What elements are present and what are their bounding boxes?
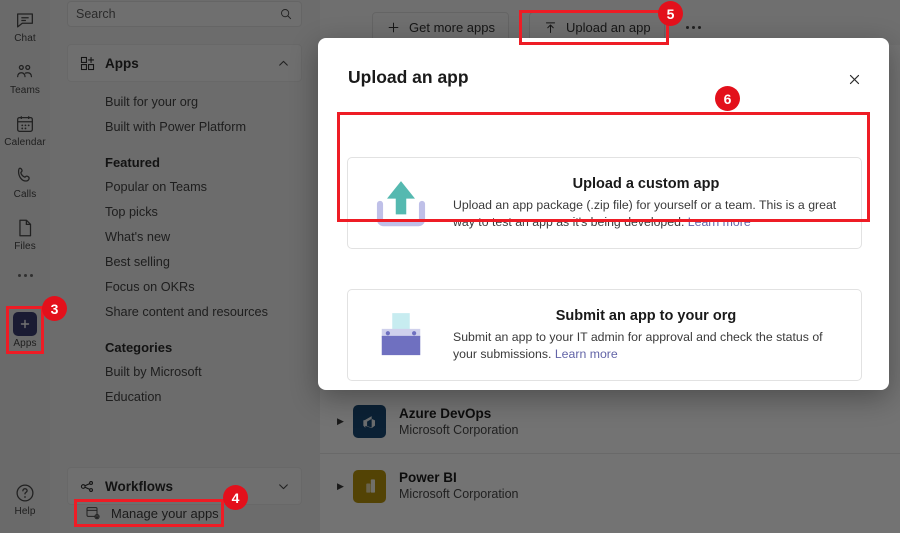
step-badge-5: 5 bbox=[658, 1, 683, 26]
card-description-text: Upload an app package (.zip file) for yo… bbox=[453, 197, 837, 229]
close-icon[interactable] bbox=[841, 66, 867, 92]
step-badge-4: 4 bbox=[223, 485, 248, 510]
teams-upload-app-screen: Chat Teams bbox=[0, 0, 900, 533]
submit-an-app-to-your-org-card[interactable]: Submit an app to your org Submit an app … bbox=[347, 289, 862, 381]
submit-an-app-text: Submit an app to your org Submit an app … bbox=[453, 308, 861, 363]
learn-more-link[interactable]: Learn more bbox=[688, 215, 751, 229]
card-description: Submit an app to your IT admin for appro… bbox=[453, 329, 839, 363]
upload-a-custom-app-text: Upload a custom app Upload an app packag… bbox=[453, 176, 861, 231]
upload-an-app-dialog: Upload an app Upload a custom app Upload… bbox=[318, 38, 889, 390]
card-title: Submit an app to your org bbox=[555, 307, 737, 324]
step-badge-6: 6 bbox=[715, 86, 740, 111]
learn-more-link[interactable]: Learn more bbox=[555, 347, 618, 361]
card-description-text: Submit an app to your IT admin for appro… bbox=[453, 329, 823, 361]
card-description: Upload an app package (.zip file) for yo… bbox=[453, 197, 839, 231]
upload-tray-icon bbox=[348, 177, 453, 229]
card-title: Upload a custom app bbox=[572, 175, 720, 192]
upload-a-custom-app-card[interactable]: Upload a custom app Upload an app packag… bbox=[347, 157, 862, 249]
submit-box-icon bbox=[348, 309, 453, 361]
step-badge-3: 3 bbox=[42, 296, 67, 321]
dialog-title: Upload an app bbox=[348, 67, 469, 87]
